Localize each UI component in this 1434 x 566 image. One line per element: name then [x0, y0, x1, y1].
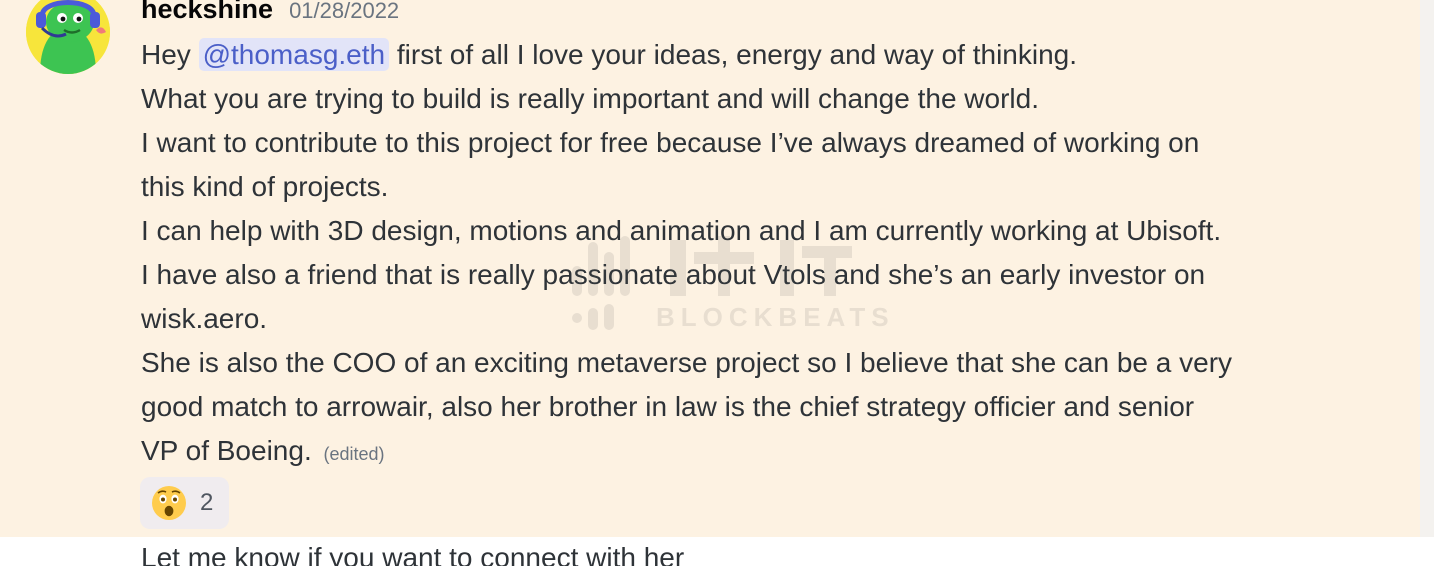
message-line-9: good match to arrowair, also her brother… [141, 391, 1195, 422]
user-mention[interactable]: @thomasg.eth [198, 38, 390, 71]
timestamp[interactable]: 01/28/2022 [289, 0, 399, 24]
astonished-face-icon [152, 486, 186, 520]
message-line-10: VP of Boeing. (edited) [141, 429, 385, 473]
message-line-5: I can help with 3D design, motions and a… [141, 215, 1222, 246]
message-line-text: first of all I love your ideas, energy a… [396, 39, 1078, 70]
message-line-3: I want to contribute to this project for… [141, 127, 1200, 158]
reaction-count: 2 [200, 489, 214, 516]
message-line-6: I have also a friend that is really pass… [141, 259, 1206, 290]
message-line-2: What you are trying to build is really i… [141, 83, 1039, 114]
greeting-text: Hey [141, 39, 191, 70]
message-header: heckshine 01/28/2022 [141, 0, 399, 30]
edited-label: (edited) [323, 444, 385, 464]
message-line-7: wisk.aero. [141, 303, 268, 334]
next-message-text: Let me know if you want to connect with … [141, 542, 685, 566]
chat-view: heckshine 01/28/2022 Hey @thomasg.eth fi… [0, 0, 1434, 566]
message-line-8: She is also the COO of an exciting metav… [141, 347, 1233, 378]
message-line-1: Hey @thomasg.eth first of all I love you… [141, 33, 1077, 77]
message-line-text: VP of Boeing. [141, 435, 312, 466]
reaction-button[interactable]: 2 [140, 477, 229, 529]
message-line-4: this kind of projects. [141, 171, 389, 202]
username[interactable]: heckshine [141, 0, 273, 25]
scrollbar-track[interactable] [1420, 0, 1434, 537]
